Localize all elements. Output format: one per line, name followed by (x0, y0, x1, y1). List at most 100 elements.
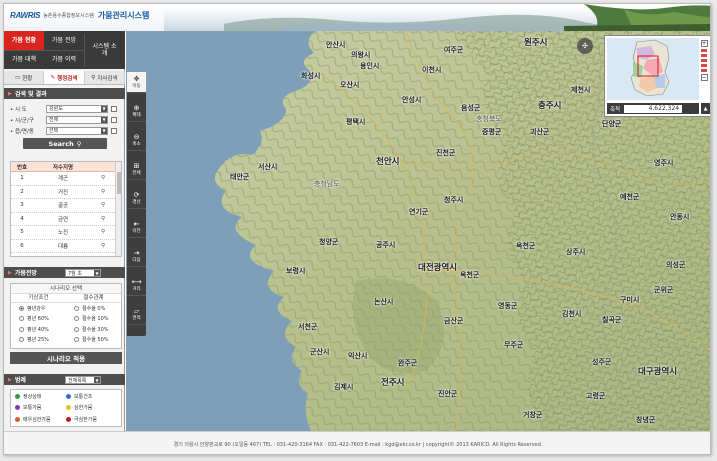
map-label: 진천군 (436, 149, 456, 157)
tool-refresh[interactable]: ⟳ 경선 (127, 188, 146, 209)
nav-drought-forecast[interactable]: 가뭄 전망 (44, 31, 84, 50)
town-checkbox[interactable] (111, 127, 117, 134)
map-label: 논산시 (374, 298, 394, 306)
magnifier-icon[interactable]: ⚲ (93, 229, 113, 235)
radio-button[interactable] (19, 305, 24, 311)
map-label: 오산시 (340, 81, 360, 89)
logo[interactable]: RAWRIS 농촌용수종합정보시스템 가뭄관리시스템 (10, 10, 149, 21)
tool-distance[interactable]: ⟷ 거리 (127, 275, 146, 296)
map-label: 고령군 (586, 392, 606, 400)
district-select[interactable]: 전체 ▼ (46, 115, 108, 124)
tool-area[interactable]: ▱ 면적 (127, 304, 146, 325)
magnifier-icon[interactable]: ⚲ (93, 175, 113, 181)
weather-option[interactable]: 평년 40% (11, 326, 66, 333)
map-label: 익산시 (348, 352, 368, 360)
water-option[interactable]: 절수율 30% (66, 326, 121, 333)
scale-label: 축척 (610, 106, 621, 113)
map-label: 전주시 (381, 378, 405, 388)
radio-button[interactable] (74, 326, 79, 332)
map-label: 원주시 (524, 38, 548, 48)
table-row[interactable]: 1 계곤 ⚲ (11, 172, 121, 186)
chevron-down-icon: ▼ (94, 377, 100, 383)
legend-box: 정상상태 보통건조 보통가뭄 심한가뭄 매우심한가뭄 극심한가뭄 (10, 389, 122, 427)
zoom-level-mark[interactable] (701, 54, 707, 57)
radio-button[interactable] (74, 305, 79, 311)
map-label: 보령시 (286, 267, 306, 275)
nav-drought-measures[interactable]: 가뭄 대책 (4, 50, 44, 69)
refresh-icon: ⟳ (133, 191, 140, 199)
blue-dot-icon (66, 394, 71, 400)
nav-system-intro[interactable]: 시스템 소개 (84, 31, 125, 69)
radio-button[interactable] (19, 316, 24, 322)
table-row[interactable]: 6 대룡 ⚲ (11, 240, 121, 253)
map-label: 영동군 (498, 302, 518, 310)
weather-option[interactable]: 평년 25% (11, 336, 66, 343)
zoom-level-mark[interactable] (701, 59, 707, 62)
radio-button[interactable] (19, 326, 24, 332)
app-window: RAWRIS 농촌용수종합정보시스템 가뭄관리시스템 가뭄 현황 가뭄 전망 시… (3, 3, 711, 455)
map-label: 천안시 (376, 157, 400, 167)
map-label: 서산시 (258, 163, 278, 171)
zoom-level-mark[interactable] (701, 64, 707, 67)
magnifier-icon[interactable]: ⚲ (93, 216, 113, 222)
map-view[interactable]: 안산시 여주군 원주시 의왕시 용인시 이천시 화성시 오산시 평택시 안성시 … (126, 31, 710, 431)
radio-button[interactable] (74, 316, 79, 322)
zoom-in-button[interactable]: + (700, 40, 708, 47)
results-scrollbar[interactable] (115, 162, 121, 256)
compass-icon[interactable]: ✣ (577, 38, 593, 54)
tool-pan[interactable]: ✥ 이동 (127, 72, 146, 93)
tool-zoom-in[interactable]: ⊕ 확대 (127, 101, 146, 122)
province-select[interactable]: 강원도 ▼ (46, 104, 108, 113)
radio-button[interactable] (74, 337, 79, 343)
magnifier-icon[interactable]: ⚲ (93, 202, 113, 208)
forecast-month-select[interactable]: 7월 초 ▼ (65, 269, 101, 277)
zoom-level-mark[interactable] (701, 49, 707, 52)
tool-next[interactable]: ⇥ 다음 (127, 246, 146, 267)
legend-item: 보통가뭄 (15, 404, 66, 411)
search-icon: ⚲ (91, 74, 96, 81)
nav-divider (4, 50, 84, 51)
province-checkbox[interactable] (111, 105, 117, 112)
legend-select[interactable]: 전체목록 ▼ (65, 376, 101, 384)
tab-admin-search[interactable]: ✎ 행정검색 (44, 71, 85, 84)
table-row[interactable]: 2 거진 ⚲ (11, 186, 121, 199)
overview-map-canvas[interactable] (607, 38, 699, 100)
nav-drought-status[interactable]: 가뭄 현황 (4, 31, 44, 50)
table-row[interactable]: 3 골공 ⚲ (11, 199, 121, 213)
table-row[interactable]: 5 노진 ⚲ (11, 226, 121, 240)
water-option[interactable]: 절수율 10% (66, 315, 121, 322)
map-label: 군위군 (654, 286, 674, 294)
scrollbar-thumb[interactable] (117, 172, 121, 194)
weather-option[interactable]: 평년 60% (11, 315, 66, 322)
arrow-icon: ▶ (8, 376, 12, 383)
zoom-level-mark[interactable] (701, 69, 707, 72)
tool-previous[interactable]: ⇤ 이전 (127, 217, 146, 238)
zoom-out-button[interactable]: − (700, 74, 708, 81)
town-select[interactable]: 선택 ▼ (46, 126, 108, 135)
apply-scenario-button[interactable]: 시나리오 적용 (10, 352, 122, 364)
table-row[interactable]: 4 금연 ⚲ (11, 213, 121, 226)
nav-drought-history[interactable]: 가뭄 이력 (44, 50, 84, 69)
water-option[interactable]: 절수율 0% (66, 305, 121, 312)
tab-branch-search[interactable]: ⚲ 지사검색 (85, 71, 125, 84)
next-icon: ⇥ (133, 249, 140, 257)
search-subtabs: ▭ 현황 ✎ 행정검색 ⚲ 지사검색 (4, 71, 125, 85)
collapse-overview-button[interactable]: ▲ (701, 103, 710, 114)
district-row: • 시/군/구 전체 ▼ (10, 115, 122, 124)
overview-map[interactable]: + − 축척 4,622,324 ▲ (604, 35, 710, 117)
magnifier-icon[interactable]: ⚲ (93, 189, 113, 195)
radio-button[interactable] (19, 337, 24, 343)
tool-full-extent[interactable]: ⊞ 전체 (127, 159, 146, 180)
tool-zoom-out[interactable]: ⊖ 축소 (127, 130, 146, 151)
zoom-in-icon: ⊕ (133, 104, 140, 112)
water-option[interactable]: 절수율 50% (66, 336, 121, 343)
search-button[interactable]: Search ⚲ (23, 138, 107, 149)
previous-icon: ⇤ (133, 220, 140, 228)
district-checkbox[interactable] (111, 116, 117, 123)
table-header: 번호 저수지명 (11, 162, 121, 172)
zoom-out-icon: ⊖ (133, 133, 140, 141)
magnifier-icon[interactable]: ⚲ (93, 243, 113, 249)
weather-option[interactable]: 평년강우 (11, 305, 66, 312)
tab-status[interactable]: ▭ 현황 (4, 71, 45, 84)
map-label: 태안군 (230, 173, 250, 181)
